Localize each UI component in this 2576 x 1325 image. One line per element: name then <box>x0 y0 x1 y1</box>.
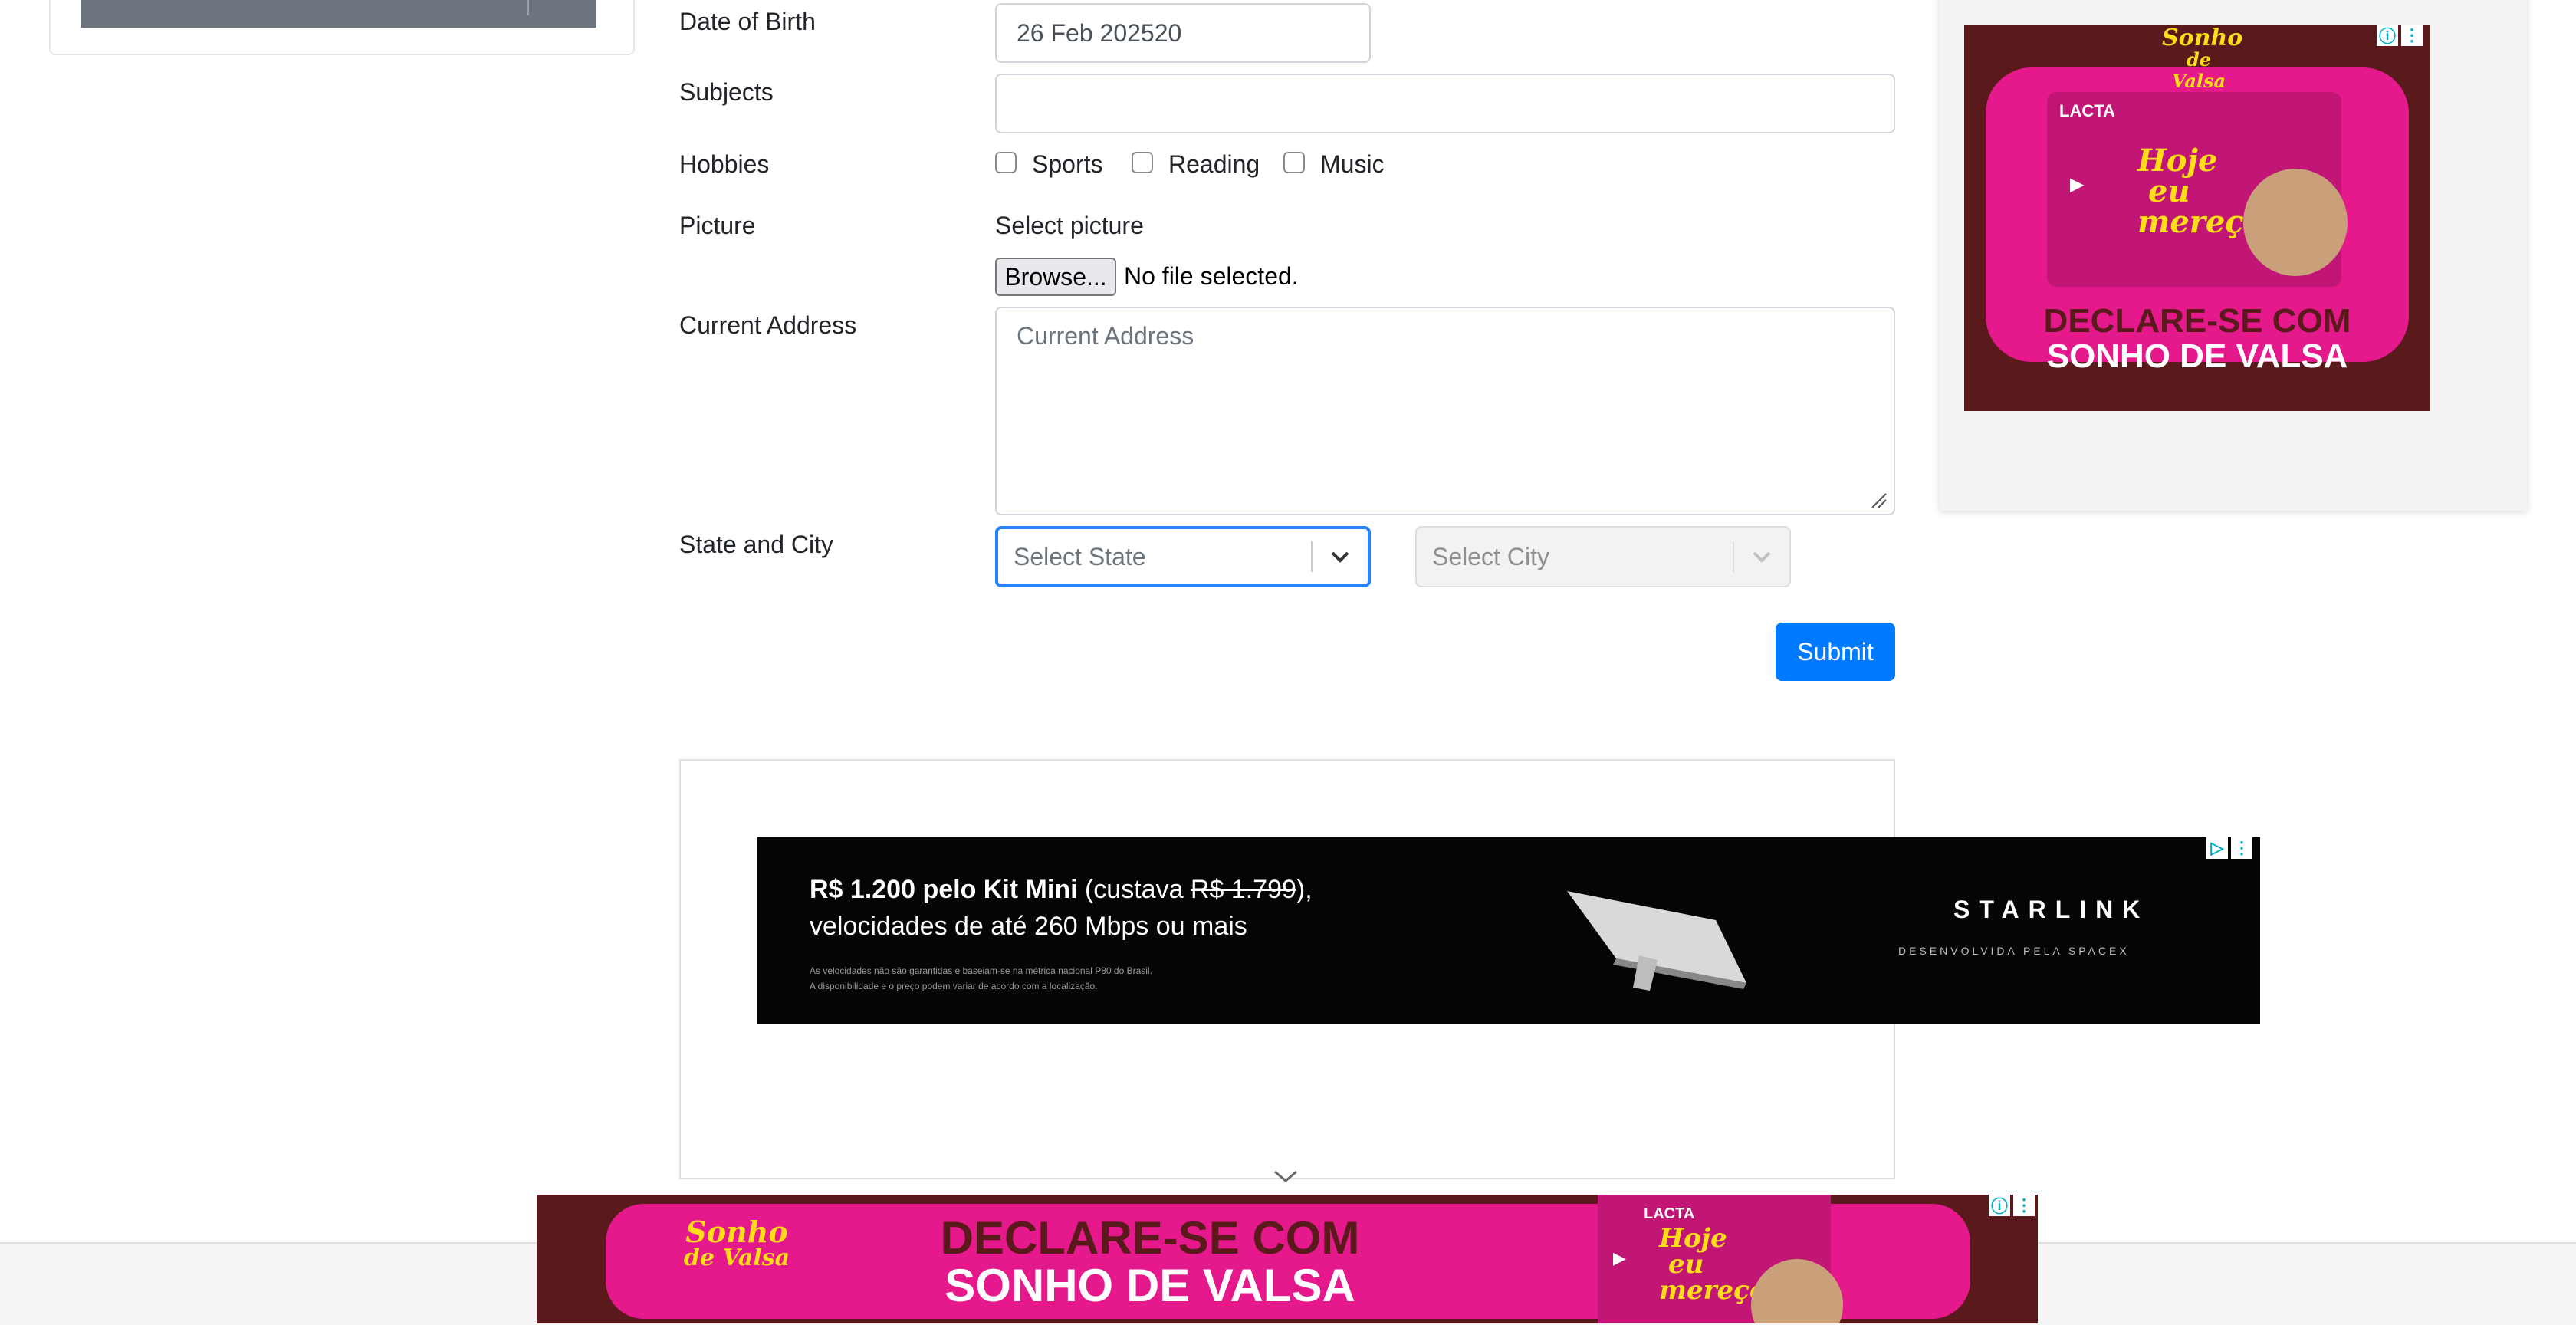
dob-label: Date of Birth <box>679 8 816 35</box>
sonho-bottom-promo: DECLARE-SE COM SONHO DE VALSA <box>935 1215 1365 1310</box>
sonho-promo: DECLARE-SE COM SONHO DE VALSA <box>1986 304 2409 374</box>
chevron-down-icon[interactable] <box>1273 1169 1299 1184</box>
right-ad-badges: ⓘ ⋮ <box>2377 25 2423 46</box>
sonho-bottom-product: LACTA Hoje eu mereço ▶ <box>1598 1195 1843 1323</box>
subjects-label: Subjects <box>679 78 774 106</box>
info-icon[interactable]: ⓘ <box>1989 1195 2010 1216</box>
city-select[interactable]: Select City <box>1415 526 1791 587</box>
current-address-textarea[interactable]: Current Address <box>995 307 1895 515</box>
wrapper-text-2: eu <box>2148 173 2190 209</box>
starlink-price-mid: (custava <box>1077 875 1191 904</box>
starlink-speed-text: velocidades de até 260 Mbps ou mais <box>810 912 1247 941</box>
state-select[interactable]: Select State <box>995 526 1371 587</box>
ad-menu-icon[interactable]: ⋮ <box>2013 1195 2035 1216</box>
sonho-logo: Sonho de Valsa <box>2162 25 2243 92</box>
hobby-sports-checkbox[interactable] <box>995 152 1017 173</box>
bottom-wrapper-text: Hoje eu mereço <box>1659 1225 1767 1304</box>
sidebar-divider <box>527 0 529 15</box>
sonho-logo-line2: de Valsa <box>2171 48 2226 92</box>
sonho-promo-line2: SONHO DE VALSA <box>2046 337 2348 375</box>
state-city-label: State and City <box>679 531 833 558</box>
adchoices-play-icon[interactable]: ▷ <box>2206 837 2228 859</box>
chevron-down-icon[interactable] <box>1734 550 1789 564</box>
bottom-wrapper-text-2: eu <box>1668 1249 1704 1280</box>
starlink-fine-2: A disponibilidade e o preço podem variar… <box>810 981 1098 991</box>
ad-menu-icon[interactable]: ⋮ <box>2401 25 2423 46</box>
bonbon-image <box>2243 169 2348 276</box>
sonho-bottom-logo-line2: de Valsa <box>683 1244 790 1271</box>
starlink-ad-badges: ▷ ⋮ <box>2206 837 2252 859</box>
sonho-promo-line1: DECLARE-SE COM <box>2043 302 2351 340</box>
bottom-ad-badges: ⓘ ⋮ <box>1989 1195 2035 1216</box>
starlink-dish-image <box>1567 891 1746 991</box>
hobby-music-label[interactable]: Music <box>1320 150 1385 179</box>
play-icon[interactable]: ▶ <box>2070 173 2084 196</box>
hobby-reading-checkbox[interactable] <box>1132 152 1153 173</box>
hobbies-label: Hobbies <box>679 150 770 178</box>
city-placeholder: Select City <box>1432 542 1549 570</box>
sonho-bottom-ad[interactable]: Sonho de Valsa DECLARE-SE COM SONHO DE V… <box>537 1195 2038 1323</box>
current-address-label: Current Address <box>679 311 857 339</box>
starlink-price-end: ), <box>1296 875 1313 904</box>
starlink-subbrand: DESENVOLVIDA PELA SPACEX <box>1898 945 2130 957</box>
resize-grip-icon[interactable] <box>1871 492 1888 509</box>
info-icon[interactable]: ⓘ <box>2377 25 2398 46</box>
current-address-placeholder: Current Address <box>1017 322 1194 350</box>
sonho-bottom-promo-line2: SONHO DE VALSA <box>945 1260 1355 1311</box>
lacta-tag: LACTA <box>2059 101 2115 120</box>
hobby-reading-label[interactable]: Reading <box>1168 150 1260 179</box>
dob-input[interactable]: 26 Feb 202520 <box>995 3 1371 63</box>
subjects-input[interactable] <box>995 74 1895 133</box>
starlink-disclaimer: As velocidades não são garantidas e base… <box>810 963 1152 994</box>
bottom-lacta-tag: LACTA <box>1644 1205 1695 1222</box>
sonho-product-wrapper: LACTA Hoje eu mereço ▶ <box>2047 92 2348 287</box>
select-picture-text: Select picture <box>995 212 1144 239</box>
wrapper-text-1: Hoje <box>2137 143 2218 179</box>
play-icon[interactable]: ▶ <box>1613 1248 1626 1268</box>
sonho-bottom-logo: Sonho de Valsa <box>679 1215 794 1271</box>
hobby-sports-label[interactable]: Sports <box>1032 150 1102 179</box>
starlink-price-text: R$ 1.200 pelo Kit Mini (custava R$ 1.799… <box>810 871 1313 945</box>
bottom-wrapper-text-1: Hoje <box>1659 1223 1727 1254</box>
submit-button[interactable]: Submit <box>1776 623 1895 681</box>
ad-menu-icon[interactable]: ⋮ <box>2231 837 2252 859</box>
sidebar-menu-bar[interactable] <box>81 0 596 28</box>
starlink-brand: STARLINK <box>1953 896 2150 923</box>
state-placeholder: Select State <box>1014 542 1146 570</box>
sonho-bottom-logo-line1: Sonho <box>685 1215 788 1249</box>
starlink-price-bold: R$ 1.200 pelo Kit Mini <box>810 875 1078 904</box>
hobby-music-checkbox[interactable] <box>1283 152 1305 173</box>
starlink-old-price: R$ 1.799 <box>1190 875 1296 904</box>
sonho-logo-line1: Sonho <box>2162 25 2243 51</box>
file-status-text: No file selected. <box>1124 262 1299 290</box>
picture-label: Picture <box>679 212 756 239</box>
sonho-bottom-promo-line1: DECLARE-SE COM <box>940 1212 1360 1264</box>
browse-button[interactable]: Browse... <box>995 258 1116 296</box>
chevron-down-icon[interactable] <box>1313 550 1368 564</box>
dob-value: 26 Feb 202520 <box>1017 18 1182 47</box>
sonho-right-ad[interactable]: Sonho de Valsa LACTA Hoje eu mereço ▶ DE… <box>1964 25 2430 411</box>
starlink-ad-banner[interactable]: R$ 1.200 pelo Kit Mini (custava R$ 1.799… <box>757 837 2260 1024</box>
starlink-fine-1: As velocidades não são garantidas e base… <box>810 965 1152 976</box>
